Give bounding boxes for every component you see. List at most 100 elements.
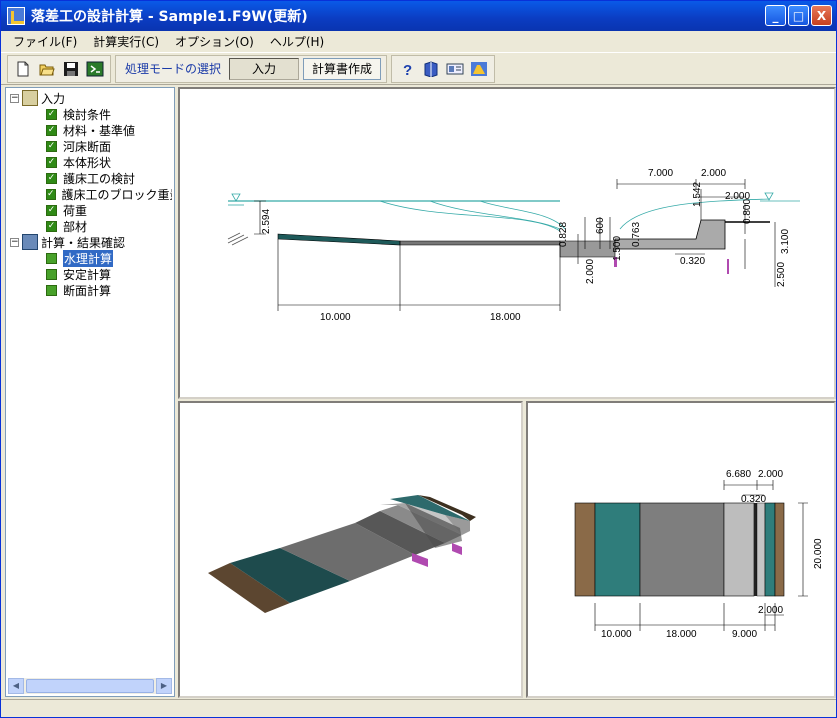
dim-0320: 0.320 — [741, 494, 766, 505]
manual-book-icon[interactable] — [420, 58, 442, 80]
tree-item-conditions[interactable]: ✓ 検討条件 — [8, 106, 172, 122]
tree-item-block-weight[interactable]: ✓ 護床工のブロック重量 — [8, 186, 172, 202]
tree-item-label: 材料・基準値 — [63, 123, 136, 138]
export-icon[interactable] — [84, 58, 106, 80]
dim-2000-top: 2.000 — [701, 168, 726, 179]
tree-item-materials[interactable]: ✓ 材料・基準値 — [8, 122, 172, 138]
menu-help[interactable]: ヘルプ(H) — [262, 33, 332, 50]
dim-2000-v: 2.000 — [585, 259, 596, 284]
status-bar — [1, 699, 836, 717]
plan-view-pane[interactable]: 6.680 2.000 0.320 20.000 2.000 10.000 18… — [526, 401, 836, 698]
checked-icon: ✓ — [46, 108, 57, 120]
checked-icon: ✓ — [46, 204, 57, 216]
horizontal-scrollbar[interactable]: ◀ ▶ — [8, 678, 172, 694]
book-icon — [22, 90, 38, 106]
mode-toolbar-group: 処理モードの選択 入力 計算書作成 — [115, 54, 388, 83]
tree-node-calc[interactable]: − 計算・結果確認 — [8, 234, 172, 250]
scroll-left-icon[interactable]: ◀ — [8, 678, 24, 694]
close-button[interactable]: X — [811, 5, 832, 26]
dim-20000: 20.000 — [813, 538, 824, 569]
dim-1500: 1.500 — [612, 236, 623, 261]
status-icon — [46, 252, 57, 264]
dim-10000: 10.000 — [601, 629, 632, 640]
scroll-right-icon[interactable]: ▶ — [156, 678, 172, 694]
open-folder-icon[interactable] — [36, 58, 58, 80]
save-icon[interactable] — [60, 58, 82, 80]
tree-item-hydraulic[interactable]: 水理計算 — [8, 249, 172, 267]
toolbar: 処理モードの選択 入力 計算書作成 ? — [1, 52, 836, 85]
tree-item-label: 荷重 — [63, 203, 88, 218]
tree-item-riverbed[interactable]: ✓ 河床断面 — [8, 138, 172, 154]
collapse-icon[interactable]: − — [10, 237, 19, 247]
tree-item-label: 安定計算 — [63, 267, 112, 282]
tree-item-label: 検討条件 — [63, 107, 112, 122]
checked-icon: ✓ — [46, 124, 57, 136]
tree-item-label: 断面計算 — [63, 283, 112, 298]
tree-pane: − 入力 ✓ 検討条件 ✓ 材料・基準値 ✓ 河床断面 ✓ 本体形状 ✓ 護床工の検討 ✓… — [5, 87, 175, 697]
dim-0828: 0.828 — [558, 222, 569, 247]
dim-7000: 7.000 — [648, 168, 673, 179]
menu-file[interactable]: ファイル(F) — [5, 33, 85, 50]
tree-item-label: 護床工のブロック重量 — [61, 187, 172, 202]
dim-3100: 3.100 — [780, 229, 791, 254]
dim-1542: 1.542 — [692, 182, 703, 207]
perspective-view-pane[interactable] — [178, 401, 523, 698]
application-window: 落差工の設計計算 - Sample1.F9W(更新) _ □ X ファイル(F)… — [0, 0, 837, 718]
checked-icon: ✓ — [46, 172, 57, 184]
tree-label-input: 入力 — [41, 91, 66, 106]
dim-600: 600 — [595, 217, 606, 234]
maximize-button[interactable]: □ — [788, 5, 809, 26]
menu-option[interactable]: オプション(O) — [167, 33, 262, 50]
tree-label-calc: 計算・結果確認 — [41, 235, 126, 250]
report-mode-button[interactable]: 計算書作成 — [303, 57, 382, 80]
dim-0320: 0.320 — [680, 256, 705, 267]
status-icon — [46, 268, 57, 280]
status-icon — [46, 284, 57, 296]
collapse-icon[interactable]: − — [10, 93, 19, 103]
dim-10000: 10.000 — [320, 312, 351, 323]
calculator-icon — [22, 234, 38, 250]
dim-0763: 0.763 — [631, 222, 642, 247]
tree-item-label: 河床断面 — [63, 139, 112, 154]
section-drawing: 7.000 2.000 2.000 1.542 0.800 3.100 2.59… — [227, 168, 800, 323]
tree-item-apron-check[interactable]: ✓ 護床工の検討 — [8, 170, 172, 186]
tree-item-section-calc[interactable]: 断面計算 — [8, 282, 172, 298]
section-view-pane[interactable]: 7.000 2.000 2.000 1.542 0.800 3.100 2.59… — [178, 87, 836, 399]
tree-item-label: 本体形状 — [63, 155, 112, 170]
checked-icon: ✓ — [46, 140, 57, 152]
tree-item-body-shape[interactable]: ✓ 本体形状 — [8, 154, 172, 170]
tree-item-stability[interactable]: 安定計算 — [8, 266, 172, 282]
input-mode-button[interactable]: 入力 — [229, 57, 300, 80]
app-icon — [7, 7, 25, 25]
navigation-tree: − 入力 ✓ 検討条件 ✓ 材料・基準値 ✓ 河床断面 ✓ 本体形状 ✓ 護床工の検討 ✓… — [8, 90, 172, 678]
perspective-drawing — [208, 495, 476, 613]
checked-icon: ✓ — [46, 220, 57, 232]
drop-structure-icon[interactable] — [468, 58, 490, 80]
svg-text:?: ? — [403, 62, 412, 77]
dim-18000: 18.000 — [490, 312, 521, 323]
dim-6680: 6.680 — [726, 469, 751, 480]
info-card-icon[interactable] — [444, 58, 466, 80]
dim-9000: 9.000 — [732, 629, 757, 640]
dim-0800: 0.800 — [742, 199, 753, 224]
dim-2594: 2.594 — [261, 209, 272, 234]
title-bar[interactable]: 落差工の設計計算 - Sample1.F9W(更新) _ □ X — [1, 1, 836, 31]
plan-drawing: 6.680 2.000 0.320 20.000 2.000 10.000 18… — [574, 469, 824, 640]
tree-node-input[interactable]: − 入力 — [8, 90, 172, 106]
checked-icon: ✓ — [46, 188, 56, 200]
tree-item-loads[interactable]: ✓ 荷重 — [8, 202, 172, 218]
scroll-thumb[interactable] — [26, 679, 154, 693]
help-icon[interactable]: ? — [396, 58, 418, 80]
dim-18000: 18.000 — [666, 629, 697, 640]
window-title: 落差工の設計計算 - Sample1.F9W(更新) — [31, 9, 308, 25]
tree-item-members[interactable]: ✓ 部材 — [8, 218, 172, 234]
menu-bar: ファイル(F) 計算実行(C) オプション(O) ヘルプ(H) — [1, 31, 836, 51]
checked-icon: ✓ — [46, 156, 57, 168]
mode-select-label: 処理モードの選択 — [125, 62, 222, 76]
new-file-icon[interactable] — [12, 58, 34, 80]
minimize-button[interactable]: _ — [765, 5, 786, 26]
menu-calc-run[interactable]: 計算実行(C) — [85, 33, 167, 50]
dim-2000-t: 2.000 — [758, 469, 783, 480]
dim-2500: 2.500 — [776, 262, 787, 287]
tree-item-label: 水理計算 — [63, 249, 114, 267]
